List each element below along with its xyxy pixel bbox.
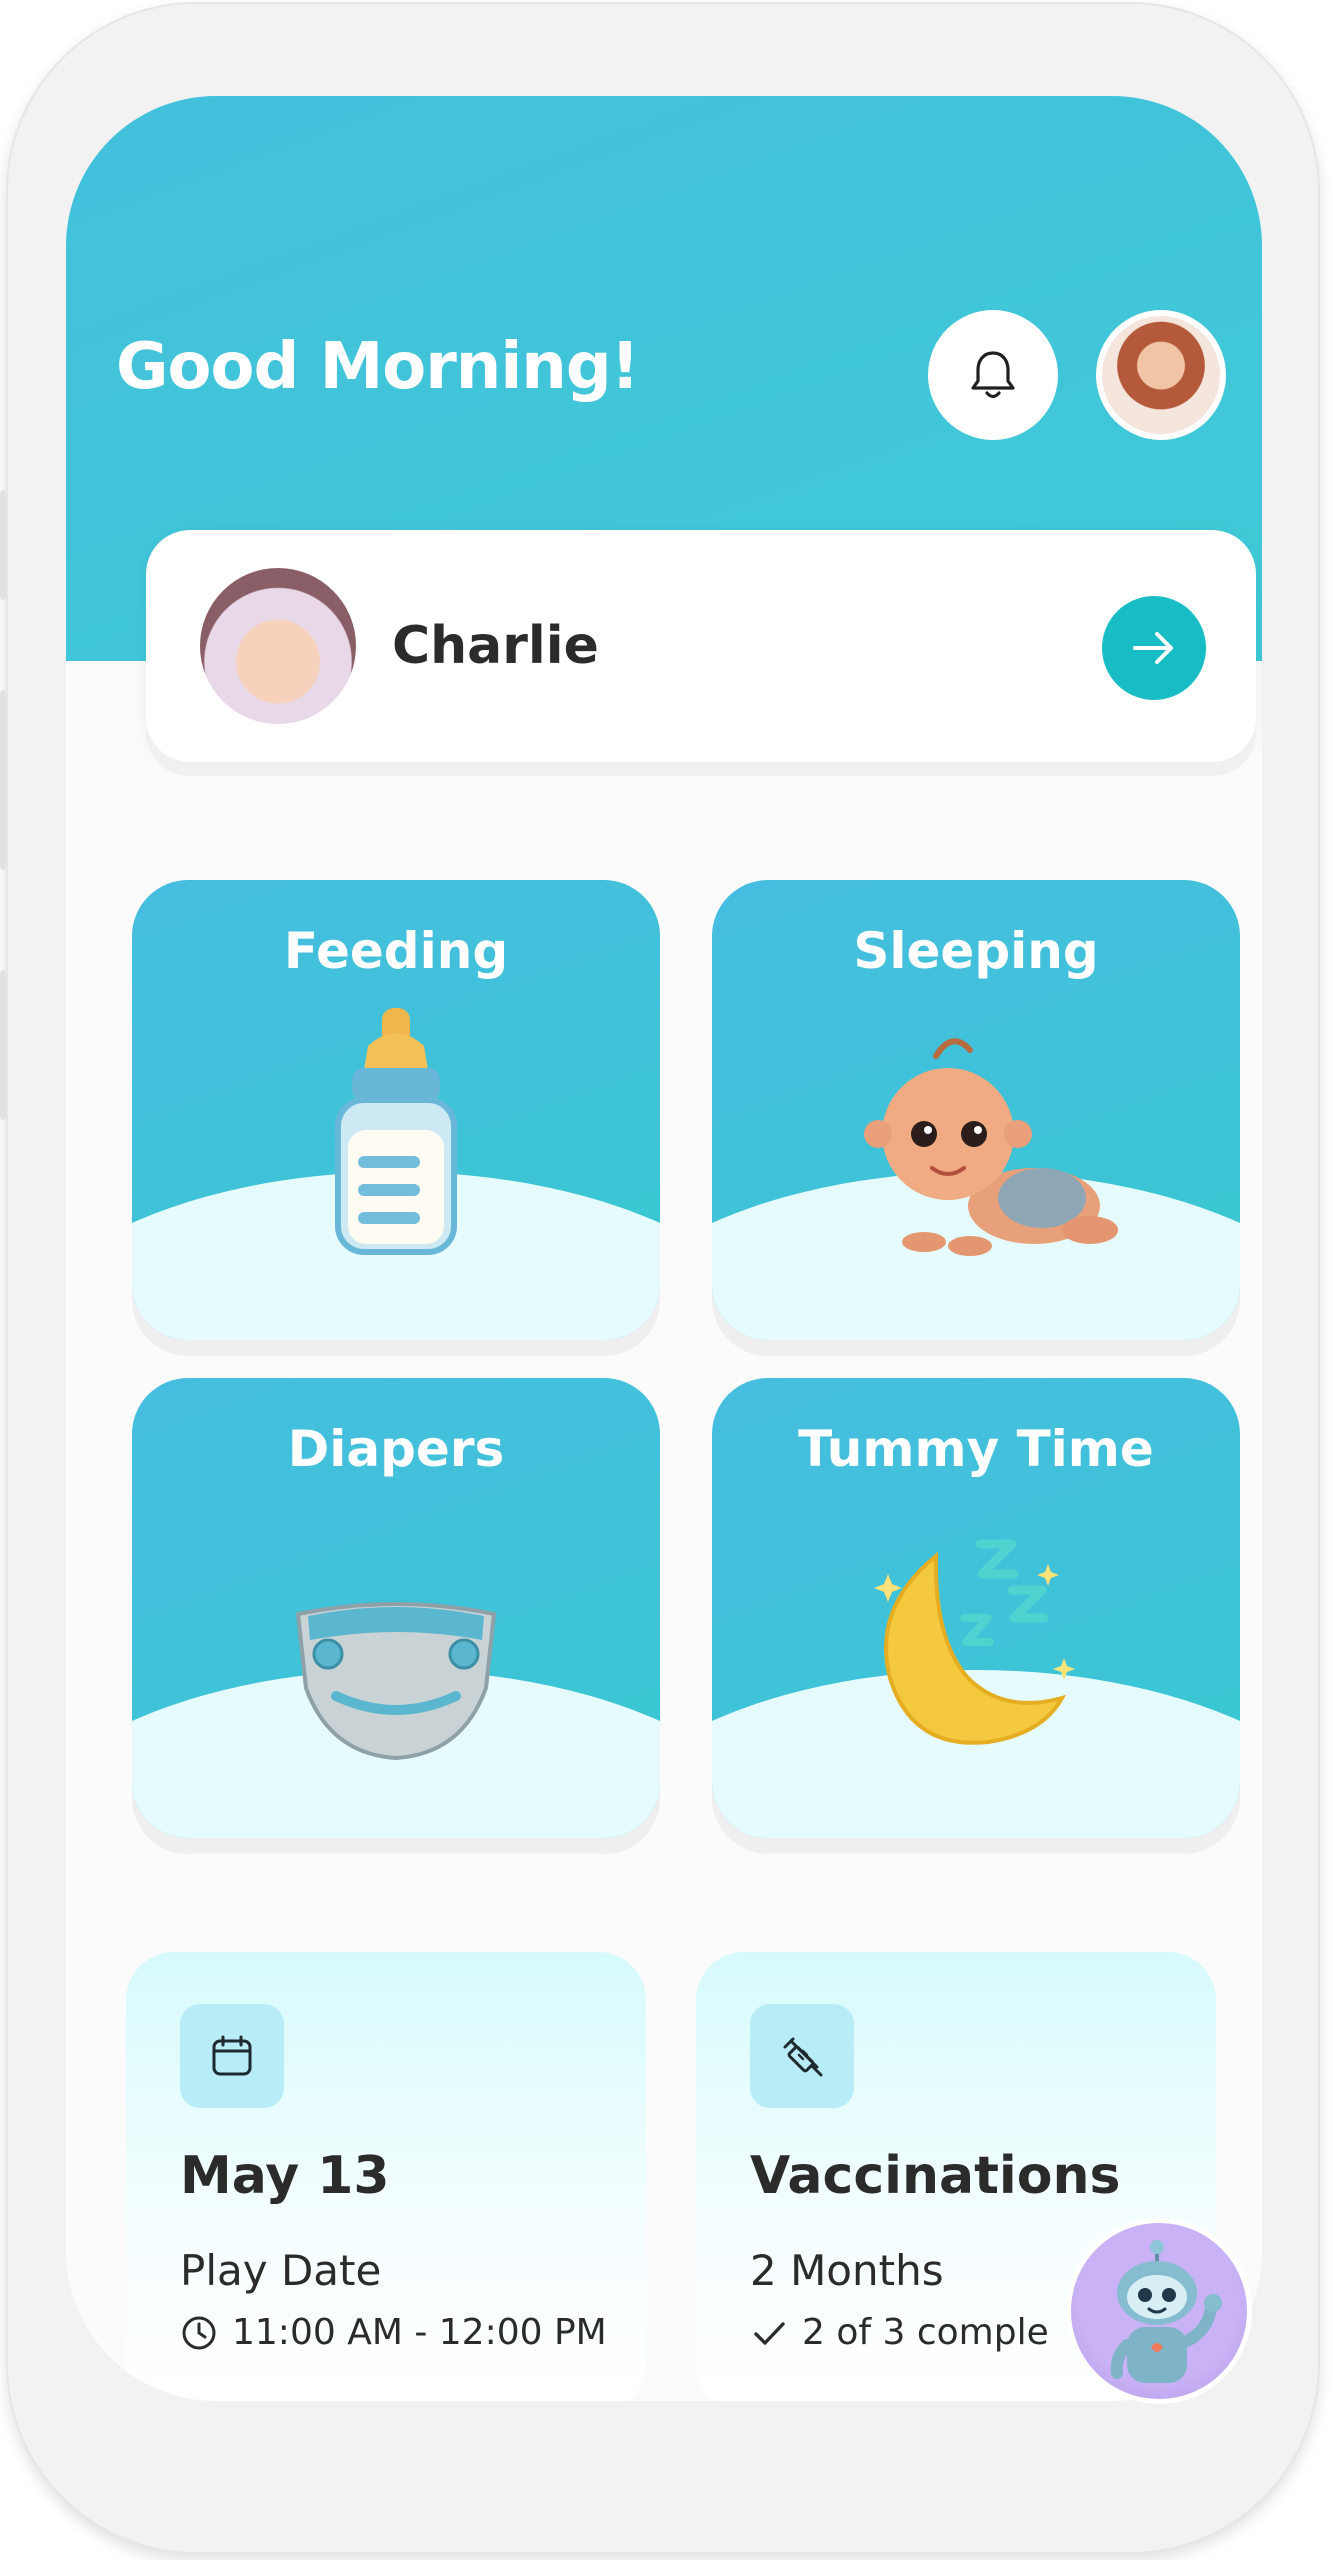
- side-button: [0, 490, 6, 600]
- arrow-right-icon: [1133, 632, 1173, 664]
- event-name: Play Date: [180, 2246, 382, 2295]
- syringe-icon-badge: [750, 2004, 854, 2108]
- vaccination-age: 2 Months: [750, 2246, 944, 2295]
- event-card[interactable]: May 13 Play Date 11:00 AM - 12:00 PM: [126, 1952, 646, 2401]
- diaper-icon: [295, 1602, 497, 1761]
- avatar: [1102, 316, 1220, 434]
- baby-name: Charlie: [392, 616, 599, 676]
- tile-tummy-time[interactable]: Tummy Time: [712, 1378, 1240, 1838]
- calendar-icon: [212, 2035, 252, 2076]
- bell-icon: [971, 351, 1015, 399]
- sleeping-moon-icon: [874, 1539, 1075, 1745]
- side-button: [0, 690, 6, 870]
- crawling-baby-icon: [864, 1038, 1118, 1256]
- notifications-button[interactable]: [928, 310, 1058, 440]
- baby-avatar: [200, 568, 356, 724]
- baby-bottle-icon: [335, 1008, 457, 1255]
- event-time-text: 11:00 AM - 12:00 PM: [232, 2312, 607, 2353]
- vaccination-progress-text: 2 of 3 comple: [802, 2312, 1049, 2353]
- greeting-title: Good Morning!: [116, 330, 640, 404]
- baby-profile-card[interactable]: Charlie: [146, 530, 1256, 762]
- event-time: 11:00 AM - 12:00 PM: [180, 2312, 607, 2353]
- open-profile-button[interactable]: [1102, 596, 1206, 700]
- assistant-bot-button[interactable]: [1066, 2218, 1252, 2404]
- robot-icon: [1110, 2240, 1222, 2383]
- profile-avatar-button[interactable]: [1096, 310, 1226, 440]
- clock-icon: [182, 2316, 216, 2349]
- tile-sleeping[interactable]: Sleeping: [712, 880, 1240, 1340]
- event-date: May 13: [180, 2146, 390, 2206]
- vaccinations-title: Vaccinations: [750, 2146, 1121, 2206]
- check-icon: [754, 2321, 785, 2345]
- side-button: [0, 970, 6, 1120]
- vaccination-progress: 2 of 3 comple: [750, 2312, 1049, 2353]
- syringe-icon: [783, 2037, 823, 2077]
- tile-diapers[interactable]: Diapers: [132, 1378, 660, 1838]
- calendar-icon-badge: [180, 2004, 284, 2108]
- app-screen: Good Morning! Charlie Feeding Sleeping D…: [66, 96, 1262, 2401]
- tile-feeding[interactable]: Feeding: [132, 880, 660, 1340]
